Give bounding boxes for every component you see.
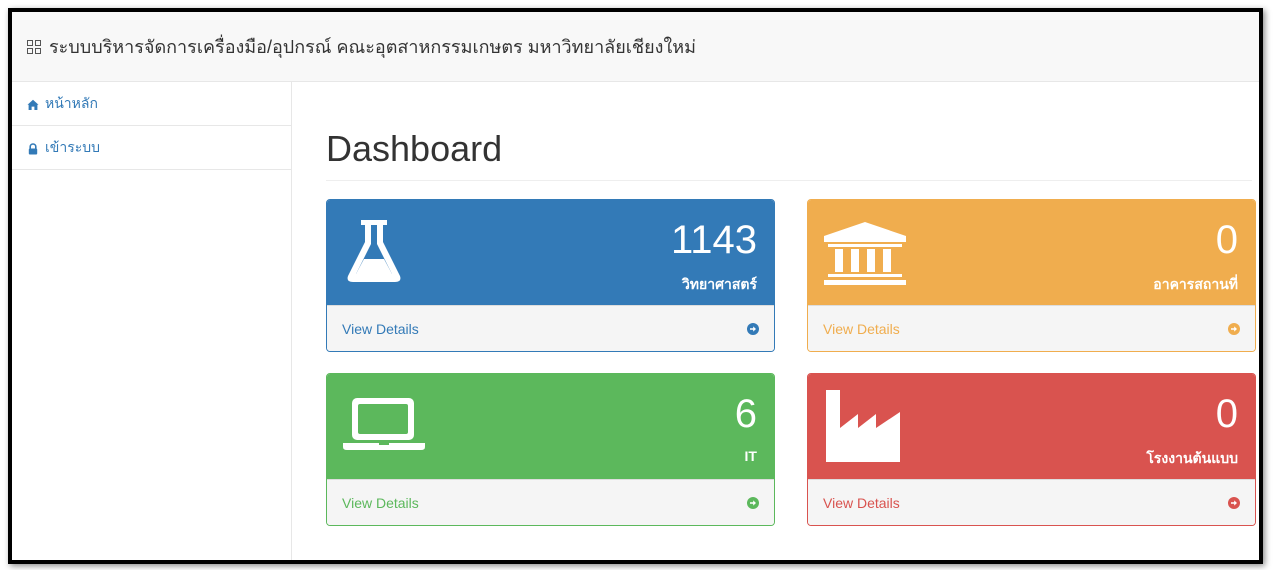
view-details-link[interactable]: View Details	[808, 479, 1255, 525]
app-window: ระบบบริหารจัดการเครื่องมือ/อุปกรณ์ คณะอุ…	[8, 8, 1263, 564]
page-header: Dashboard	[326, 126, 1252, 181]
arrow-circle-right-icon	[1228, 322, 1240, 335]
arrow-circle-right-icon	[747, 322, 759, 335]
panel-heading: 1143 วิทยาศาสตร์	[327, 200, 774, 305]
panel-label: วิทยาศาสตร์	[681, 276, 757, 292]
view-details-label: View Details	[342, 320, 419, 337]
bank-icon	[822, 220, 908, 291]
app-title[interactable]: ระบบบริหารจัดการเครื่องมือ/อุปกรณ์ คณะอุ…	[49, 32, 696, 61]
view-details-link[interactable]: View Details	[327, 305, 774, 351]
sidebar-item-label: เข้าระบบ	[45, 138, 101, 155]
page-title: Dashboard	[326, 128, 503, 169]
sidebar-item-home[interactable]: หน้าหลัก	[12, 82, 291, 126]
view-details-label: View Details	[342, 494, 419, 511]
panel-count: 0	[1215, 392, 1238, 436]
panel-heading: 0 โรงงานต้นแบบ	[808, 374, 1255, 479]
panel-it: 6 IT View Details	[326, 373, 775, 526]
view-details-label: View Details	[823, 320, 900, 337]
view-details-link[interactable]: View Details	[327, 479, 774, 525]
qrcode-icon	[27, 39, 41, 54]
view-details-link[interactable]: View Details	[808, 305, 1255, 351]
page-wrapper: Dashboard 1143 วิทยาศาสตร์ View Details	[292, 82, 1259, 560]
laptop-icon	[341, 396, 427, 457]
industry-icon	[824, 388, 902, 469]
panel-heading: 0 อาคารสถานที่	[808, 200, 1255, 305]
panel-label: โรงงานต้นแบบ	[1146, 450, 1238, 466]
panel-count: 0	[1215, 218, 1238, 262]
lock-icon	[27, 142, 39, 154]
arrow-circle-right-icon	[1228, 496, 1240, 509]
sidebar-item-label: หน้าหลัก	[45, 94, 98, 111]
panel-science: 1143 วิทยาศาสตร์ View Details	[326, 199, 775, 352]
panel-label: IT	[744, 448, 757, 464]
flask-icon	[345, 218, 403, 289]
panel-label: อาคารสถานที่	[1153, 276, 1238, 292]
sidebar-item-login[interactable]: เข้าระบบ	[12, 126, 291, 170]
home-icon	[27, 98, 39, 110]
panel-count: 1143	[670, 218, 757, 262]
panel-count: 6	[734, 392, 757, 436]
arrow-circle-right-icon	[747, 496, 759, 509]
panel-buildings: 0 อาคารสถานที่ View Details	[807, 199, 1256, 352]
panel-pilot-factory: 0 โรงงานต้นแบบ View Details	[807, 373, 1256, 526]
sidebar: หน้าหลัก เข้าระบบ	[12, 82, 292, 560]
panel-heading: 6 IT	[327, 374, 774, 479]
view-details-label: View Details	[823, 494, 900, 511]
top-navbar: ระบบบริหารจัดการเครื่องมือ/อุปกรณ์ คณะอุ…	[12, 12, 1259, 82]
